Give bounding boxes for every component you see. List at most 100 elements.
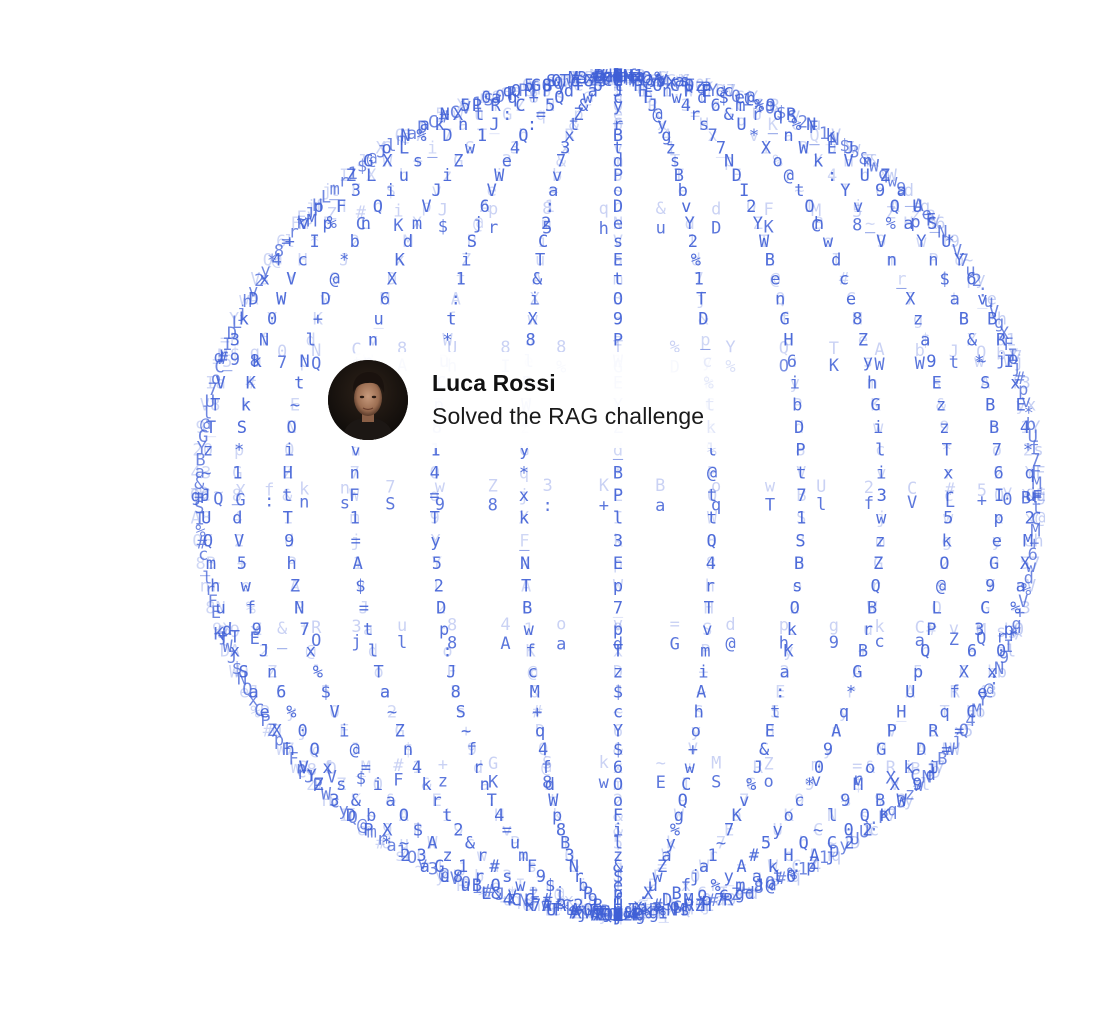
globe-glyph: O [407, 848, 417, 868]
globe-glyph: X [527, 310, 538, 330]
globe-glyph: 3 [896, 793, 906, 813]
globe-glyph: S [467, 232, 477, 252]
globe-glyph: + [698, 662, 708, 682]
globe-glyph: q [887, 800, 897, 820]
globe-glyph: U [859, 823, 869, 843]
globe-glyph: O [399, 806, 409, 826]
globe-glyph: # [926, 620, 937, 640]
globe-glyph: 0 [297, 722, 307, 742]
globe-glyph: i [393, 202, 403, 222]
globe-glyph: A [916, 740, 926, 760]
globe-glyph: M [711, 754, 721, 774]
globe-glyph: 5 [913, 662, 923, 682]
globe-glyph: J [949, 342, 959, 362]
globe-glyph: i [385, 181, 395, 201]
globe-glyph: u [397, 616, 407, 636]
globe-glyph: K [246, 374, 257, 394]
globe-glyph: R [798, 138, 809, 158]
globe-glyph: f [246, 598, 256, 618]
globe-glyph: : [869, 815, 879, 835]
globe-glyph: k [613, 531, 623, 551]
globe-glyph: N [299, 352, 309, 372]
globe-glyph: i [284, 441, 294, 461]
globe-glyph: k [299, 479, 309, 499]
globe-glyph: e [613, 902, 623, 922]
globe-glyph: = [852, 757, 862, 777]
globe-glyph: T [521, 576, 531, 596]
globe-glyph: * [234, 441, 244, 461]
globe-glyph: M [530, 683, 540, 703]
globe-glyph: P [707, 463, 717, 483]
globe-glyph: l [368, 642, 378, 662]
globe-glyph: v [417, 854, 427, 874]
globe-glyph: h [989, 418, 999, 438]
globe-glyph: l [816, 495, 826, 515]
globe-glyph: l [688, 232, 698, 252]
globe-glyph: = [719, 888, 729, 908]
globe-glyph: 1 [350, 509, 360, 529]
globe-glyph: $ [920, 331, 930, 351]
globe-glyph: e [858, 331, 868, 351]
globe-glyph: k [252, 352, 262, 372]
globe-glyph: q [535, 722, 545, 742]
globe-glyph: P [700, 642, 710, 662]
globe-glyph: u [863, 620, 873, 640]
globe-glyph: 2 [434, 576, 444, 596]
globe-glyph: 2 [790, 598, 800, 618]
globe-glyph: o [823, 232, 833, 252]
globe-glyph: 7 [694, 270, 704, 290]
globe-glyph: v [565, 73, 575, 93]
globe-glyph: B [796, 486, 806, 506]
globe-glyph: % [787, 864, 797, 884]
globe-glyph: t [294, 374, 304, 394]
globe-glyph: N [518, 891, 528, 911]
globe-glyph: Q [775, 289, 785, 309]
globe-glyph: J [376, 143, 386, 163]
globe-glyph: + [749, 846, 759, 866]
globe-glyph: d [601, 70, 611, 90]
notification-card[interactable]: Luca Rossi Solved the RAG challenge [318, 352, 798, 448]
globe-glyph: D [417, 118, 427, 138]
globe-glyph: : [542, 496, 552, 516]
globe-glyph: H [283, 463, 293, 483]
globe-glyph: R [950, 683, 961, 703]
globe-glyph: Q [309, 740, 319, 760]
globe-glyph: @ [439, 864, 449, 884]
globe-glyph: @ [350, 740, 360, 760]
ascii-globe-graphic: yFp%8CKDuh5r$KC%M~F y Z # i Jp 8 q & d F M 5 Zz 87oj~t… [190, 66, 1046, 926]
globe-glyph: z [506, 888, 516, 908]
globe-glyph: s [932, 374, 942, 394]
globe-glyph: a [386, 836, 396, 856]
globe-glyph: p [322, 214, 332, 234]
globe-glyph: h [705, 576, 715, 596]
globe-glyph: u [656, 219, 666, 239]
globe-glyph: m [396, 130, 406, 150]
globe-glyph: 0 [553, 74, 563, 94]
globe-glyph: T [430, 509, 440, 529]
globe-glyph: 9 [613, 620, 623, 640]
globe-glyph: * [339, 250, 349, 270]
globe-glyph: 3 [428, 859, 438, 879]
globe-glyph: 9 [252, 620, 262, 640]
globe-glyph: t [363, 620, 373, 640]
globe-glyph: x [306, 642, 316, 662]
globe-glyph: W [867, 598, 878, 618]
globe-glyph: A [874, 340, 884, 360]
globe-glyph: r [943, 463, 953, 483]
globe-glyph: E [765, 250, 775, 270]
globe-glyph: 3 [542, 476, 552, 496]
globe-glyph: $ [355, 576, 365, 596]
globe-glyph: T [765, 495, 775, 515]
globe-glyph: * [442, 331, 452, 351]
globe-glyph: V [461, 98, 471, 118]
globe-glyph: 7 [905, 289, 915, 309]
globe-glyph: f [264, 480, 274, 500]
globe-glyph: a [385, 791, 395, 811]
globe-glyph: a [407, 124, 417, 144]
globe-glyph: # [839, 270, 850, 290]
globe-glyph: I [831, 250, 841, 270]
globe-glyph: J [446, 662, 456, 682]
globe-glyph: = [577, 72, 587, 92]
globe-glyph: l [386, 136, 396, 156]
globe-glyph: G [670, 635, 680, 655]
